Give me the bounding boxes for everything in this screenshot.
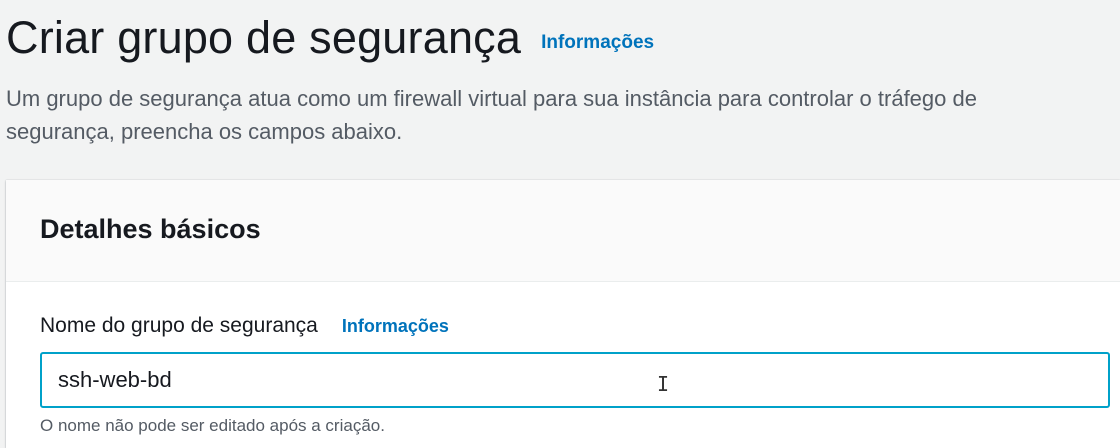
page-description-line-2: segurança, preencha os campos abaixo. bbox=[6, 119, 403, 144]
basic-details-title: Detalhes básicos bbox=[40, 214, 261, 244]
page-title: Criar grupo de segurança bbox=[6, 12, 522, 63]
constraint-text: O nome não pode ser editado após a criaç… bbox=[40, 416, 385, 435]
security-group-name-label: Nome do grupo de segurança bbox=[40, 314, 318, 337]
security-group-name-field: Nome do grupo de segurança Informações I… bbox=[40, 314, 1120, 436]
field-label-row: Nome do grupo de segurança Informações bbox=[40, 314, 1120, 338]
header-info-link[interactable]: Informações bbox=[541, 32, 654, 54]
basic-details-container: Detalhes básicos Nome do grupo de segura… bbox=[6, 180, 1120, 448]
page-description: Um grupo de segurança atua como um firew… bbox=[6, 82, 1120, 148]
page-header: Criar grupo de segurança Informações bbox=[6, 6, 1120, 64]
field-info-link[interactable]: Informações bbox=[342, 316, 449, 337]
input-wrapper: I bbox=[40, 352, 1120, 408]
basic-details-header: Detalhes básicos bbox=[6, 180, 1120, 282]
security-group-name-input[interactable] bbox=[40, 352, 1110, 408]
page-description-line-1: Um grupo de segurança atua como um firew… bbox=[6, 86, 977, 111]
